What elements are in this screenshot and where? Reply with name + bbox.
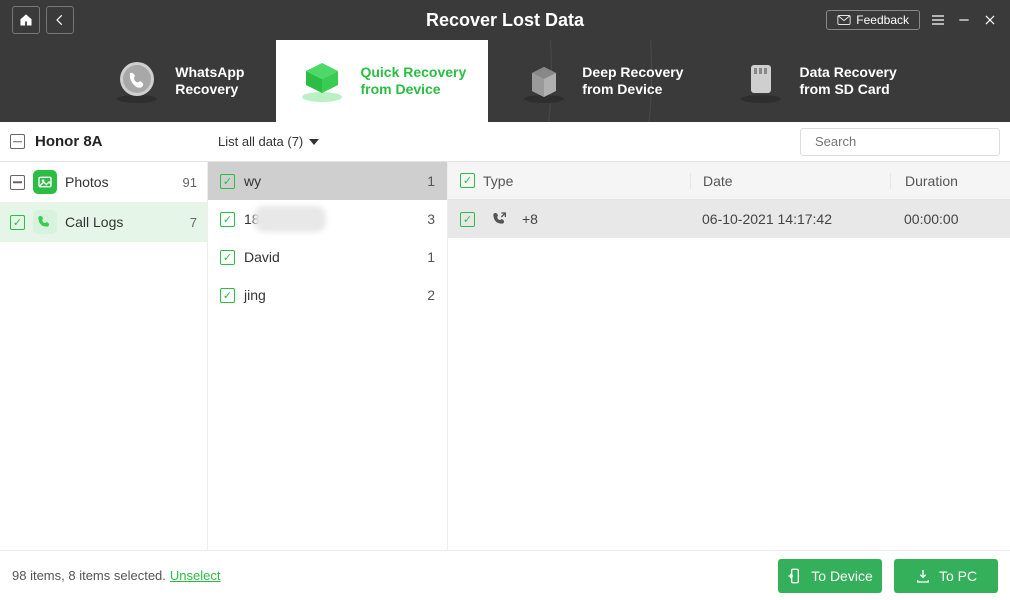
call-logs-count: 7 — [190, 215, 197, 230]
contact-count: 2 — [427, 287, 435, 303]
row-duration: 00:00:00 — [890, 211, 1010, 227]
to-device-label: To Device — [811, 568, 872, 584]
whatsapp-icon — [113, 57, 161, 105]
sidebar-item-photos[interactable]: Photos 91 — [0, 162, 207, 202]
contact-row[interactable]: ✓ 18 3 — [208, 200, 447, 238]
column-date: Date — [690, 173, 890, 189]
close-button[interactable] — [982, 12, 998, 28]
contact-row[interactable]: ✓ David 1 — [208, 238, 447, 276]
caret-down-icon — [309, 139, 319, 145]
redacted-number — [550, 212, 610, 226]
contact-checkbox[interactable]: ✓ — [220, 174, 235, 189]
to-device-button[interactable]: To Device — [778, 559, 882, 593]
mail-icon — [837, 15, 851, 25]
filter-label: List all data (7) — [218, 134, 303, 149]
sidebar-item-label: Call Logs — [65, 214, 123, 230]
photos-icon — [33, 170, 57, 194]
menu-icon — [930, 12, 946, 28]
contact-count: 1 — [427, 173, 435, 189]
search-input[interactable] — [815, 134, 991, 149]
tab-whatsapp-recovery[interactable]: WhatsAppRecovery — [91, 40, 266, 122]
row-checkbox[interactable]: ✓ — [460, 212, 475, 227]
contact-checkbox[interactable]: ✓ — [220, 212, 235, 227]
device-name: Honor 8A — [35, 133, 103, 150]
filter-dropdown[interactable]: List all data (7) — [208, 134, 319, 149]
photos-tree-toggle[interactable] — [10, 175, 25, 190]
table-header: ✓ Type Date Duration — [448, 162, 1010, 200]
status-text: 98 items, 8 items selected. — [12, 568, 166, 583]
back-button[interactable] — [46, 6, 74, 34]
search-box[interactable] — [800, 128, 1000, 156]
contact-name: David — [244, 249, 280, 265]
home-icon — [19, 13, 33, 27]
device-tree-toggle[interactable] — [10, 134, 25, 149]
redacted-number — [260, 212, 320, 226]
call-logs-icon — [33, 210, 57, 234]
close-icon — [983, 13, 997, 27]
contact-checkbox[interactable]: ✓ — [220, 250, 235, 265]
contact-name: wy — [244, 173, 261, 189]
to-pc-button[interactable]: To PC — [894, 559, 998, 593]
row-number-prefix: +8 — [522, 211, 538, 227]
contact-count: 3 — [427, 211, 435, 227]
feedback-button[interactable]: Feedback — [826, 10, 920, 30]
to-pc-label: To PC — [939, 568, 977, 584]
table-row[interactable]: ✓ +8 06-10-2021 14:17:42 00:00:00 — [448, 200, 1010, 238]
contact-row[interactable]: ✓ jing 2 — [208, 276, 447, 314]
download-icon — [915, 568, 931, 584]
call-logs-checkbox[interactable]: ✓ — [10, 215, 25, 230]
tab-quick-recovery[interactable]: Quick Recoveryfrom Device — [276, 40, 488, 122]
box-icon — [298, 57, 346, 105]
sidebar-item-label: Photos — [65, 174, 109, 190]
contact-count: 1 — [427, 249, 435, 265]
sd-card-icon — [737, 57, 785, 105]
minimize-button[interactable] — [956, 12, 972, 28]
tab-sd-card-recovery[interactable]: Data Recoveryfrom SD Card — [715, 40, 918, 122]
contact-row[interactable]: ✓ wy 1 — [208, 162, 447, 200]
tab-deep-recovery[interactable]: Deep Recoveryfrom Device — [498, 40, 705, 122]
photos-count: 91 — [183, 175, 197, 190]
feedback-label: Feedback — [856, 13, 909, 27]
outgoing-call-icon — [492, 211, 508, 227]
to-device-icon — [787, 568, 803, 584]
contact-name: jing — [244, 287, 266, 303]
chevron-left-icon — [53, 13, 67, 27]
column-type: Type — [483, 173, 513, 189]
column-duration: Duration — [890, 173, 1010, 189]
minimize-icon — [957, 13, 971, 27]
select-all-checkbox[interactable]: ✓ — [460, 173, 475, 188]
sidebar-item-call-logs[interactable]: ✓ Call Logs 7 — [0, 202, 207, 242]
home-button[interactable] — [12, 6, 40, 34]
unselect-link[interactable]: Unselect — [170, 568, 221, 583]
contact-checkbox[interactable]: ✓ — [220, 288, 235, 303]
row-date: 06-10-2021 14:17:42 — [690, 211, 890, 227]
contact-name: 18 — [244, 211, 260, 227]
menu-button[interactable] — [930, 12, 946, 28]
open-box-icon — [520, 57, 568, 105]
